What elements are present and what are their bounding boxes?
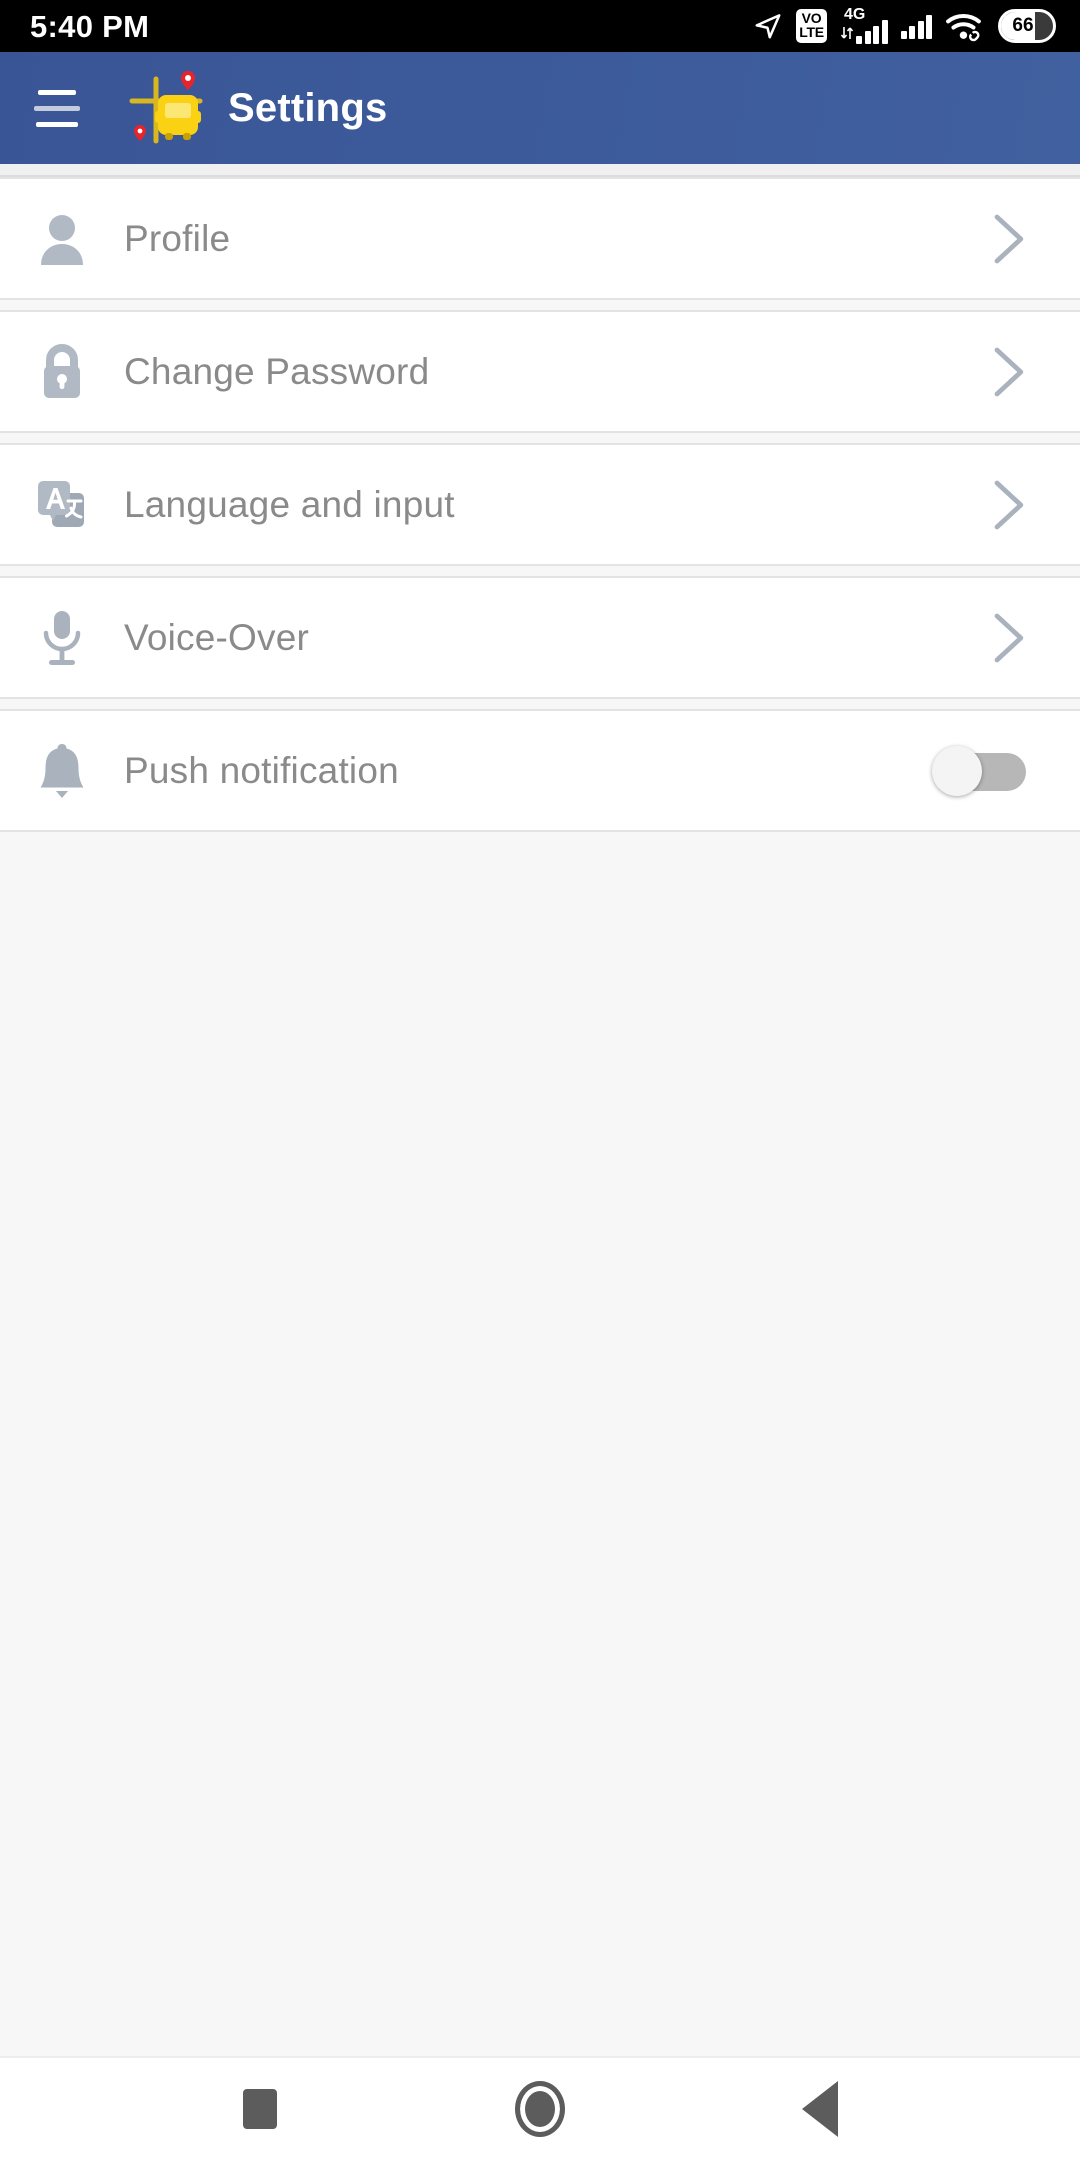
status-icon-group: VO LTE 4G 66: [753, 6, 1056, 44]
back-button[interactable]: [775, 2074, 865, 2144]
hamburger-line-1: [38, 89, 76, 95]
chevron-right-icon[interactable]: [986, 211, 1030, 267]
back-triangle-icon: [802, 2081, 838, 2137]
hamburger-menu-icon[interactable]: [34, 86, 88, 130]
settings-row-label: Profile: [124, 217, 231, 259]
network-type-label: 4G: [844, 6, 866, 23]
android-navigation-bar: [0, 2056, 1080, 2160]
status-clock: 5:40 PM: [30, 8, 150, 44]
volte-icon: VO LTE: [796, 9, 827, 43]
signal-4g-icon: 4G: [840, 6, 888, 44]
volte-bottom-text: LTE: [799, 24, 824, 40]
home-button[interactable]: [495, 2074, 585, 2144]
settings-row-language-and-input[interactable]: Language and input: [0, 443, 1080, 566]
settings-row-label: Language and input: [124, 483, 455, 525]
chevron-right-icon[interactable]: [986, 477, 1030, 533]
data-transfer-arrows-icon: [840, 27, 854, 39]
lock-icon: [26, 336, 98, 408]
recents-square-icon: [243, 2089, 277, 2129]
settings-row-voice-over[interactable]: Voice-Over: [0, 576, 1080, 699]
chevron-right-icon[interactable]: [986, 344, 1030, 400]
battery-percent-label: 66: [1012, 15, 1034, 36]
list-top-spacer: [0, 164, 1080, 177]
recents-button[interactable]: [215, 2074, 305, 2144]
settings-row-label: Change Password: [124, 350, 430, 392]
phone-screen: 5:40 PM VO LTE 4G 66 Settings Profile Ch…: [0, 0, 1080, 2160]
hamburger-line-2: [34, 105, 80, 111]
page-title: Settings: [228, 85, 388, 130]
settings-row-label: Voice-Over: [124, 616, 310, 658]
settings-row-change-password[interactable]: Change Password: [0, 310, 1080, 433]
hamburger-line-3: [36, 121, 78, 127]
person-icon: [26, 203, 98, 275]
microphone-icon: [26, 602, 98, 674]
settings-list: Profile Change Password Language and inp…: [0, 164, 1080, 2056]
home-circle-icon: [515, 2081, 565, 2137]
push-notification-toggle[interactable]: [932, 745, 1026, 796]
battery-icon: 66: [998, 9, 1056, 43]
settings-row-profile[interactable]: Profile: [0, 177, 1080, 300]
app-bar: Settings: [0, 52, 1080, 164]
wifi-icon: [946, 14, 981, 42]
translate-icon: [26, 469, 98, 541]
list-empty-area: [0, 832, 1080, 2012]
settings-row-label: Push notification: [124, 749, 399, 791]
settings-row-push-notification[interactable]: Push notification: [0, 709, 1080, 832]
status-bar: 5:40 PM VO LTE 4G 66: [0, 0, 1080, 52]
bell-icon: [26, 735, 98, 807]
signal-bars-sim2: [900, 13, 932, 39]
school-bus-map-logo: [122, 65, 208, 151]
chevron-right-icon[interactable]: [986, 610, 1030, 666]
toggle-knob: [932, 745, 982, 796]
location-arrow-icon: [755, 14, 781, 39]
